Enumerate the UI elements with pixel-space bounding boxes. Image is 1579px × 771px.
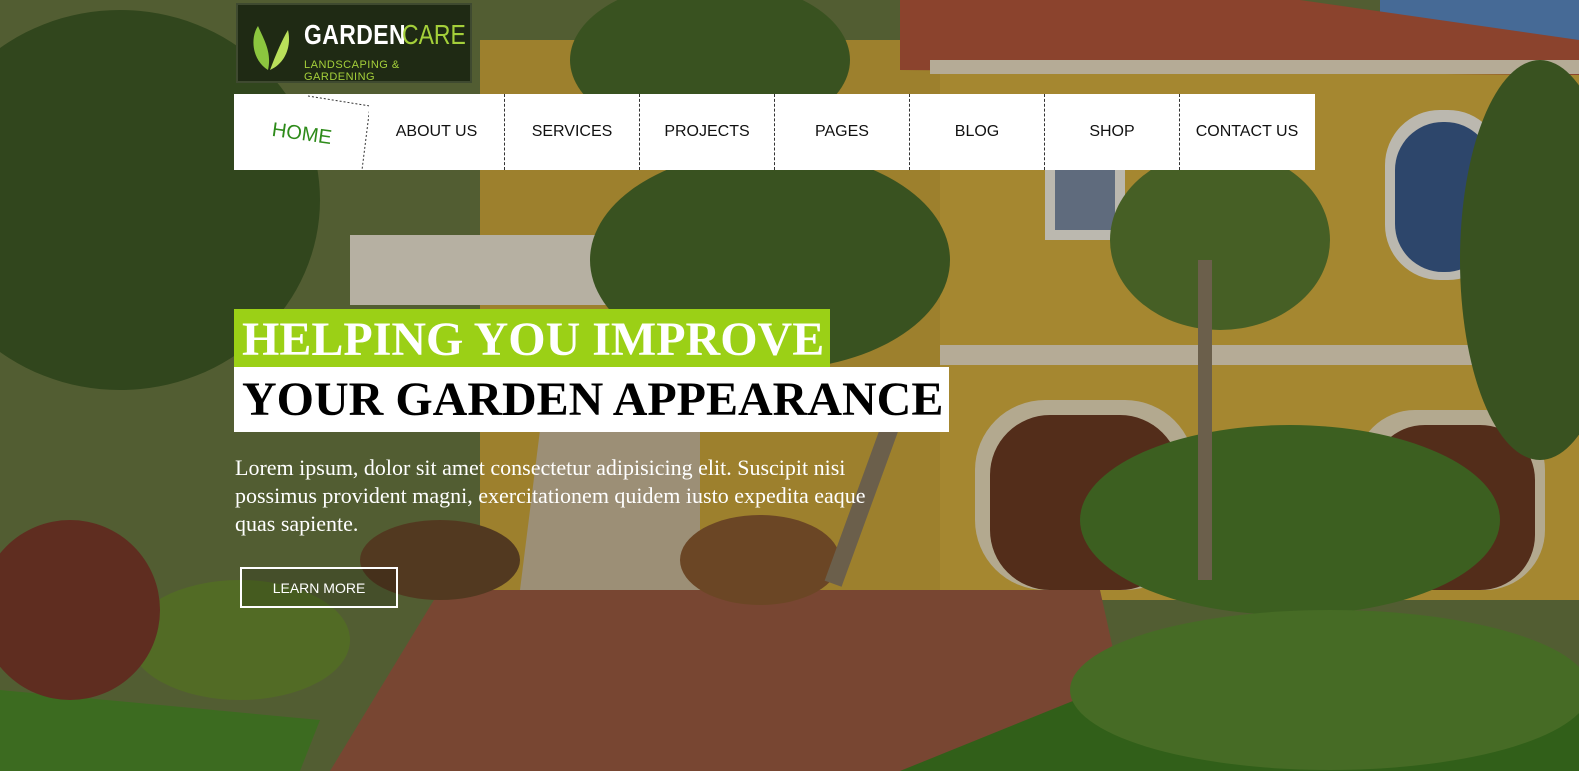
nav-item-contact-us[interactable]: CONTACT US [1179, 94, 1314, 170]
hero-headline-line2: YOUR GARDEN APPEARANCE [234, 367, 950, 432]
nav-item-blog[interactable]: BLOG [909, 94, 1044, 170]
main-navigation: HOME ABOUT US SERVICES PROJECTS PAGES BL… [234, 94, 1315, 170]
hero-description: Lorem ipsum, dolor sit amet consectetur … [235, 455, 866, 536]
hero-headline-line1: HELPING YOU IMPROVE [234, 309, 831, 367]
nav-item-shop[interactable]: SHOP [1044, 94, 1179, 170]
learn-more-button[interactable]: LEARN MORE [240, 567, 398, 608]
nav-item-projects[interactable]: PROJECTS [639, 94, 774, 170]
nav-item-about-us[interactable]: ABOUT US [369, 94, 504, 170]
logo-brand-secondary: CARE [402, 19, 466, 50]
nav-label-blog: BLOG [954, 123, 1000, 140]
nav-label-projects: PROJECTS [664, 123, 750, 140]
logo-brand-primary: GARDEN [304, 19, 406, 50]
site-logo[interactable]: GARDEN CARE LANDSCAPING & GARDENING [236, 3, 472, 83]
nav-label-services: SERVICES [531, 123, 613, 140]
nav-item-pages[interactable]: PAGES [774, 94, 909, 170]
leaf-icon [253, 26, 290, 70]
nav-label-pages: PAGES [815, 123, 869, 140]
learn-more-label: LEARN MORE [272, 579, 366, 596]
nav-item-home[interactable]: HOME [234, 94, 369, 170]
nav-label-contact-us: CONTACT US [1195, 123, 1299, 140]
nav-label-shop: SHOP [1089, 123, 1135, 140]
nav-label-about-us: ABOUT US [395, 123, 478, 140]
logo-tagline: LANDSCAPING & GARDENING [304, 59, 400, 83]
nav-item-services[interactable]: SERVICES [504, 94, 639, 170]
